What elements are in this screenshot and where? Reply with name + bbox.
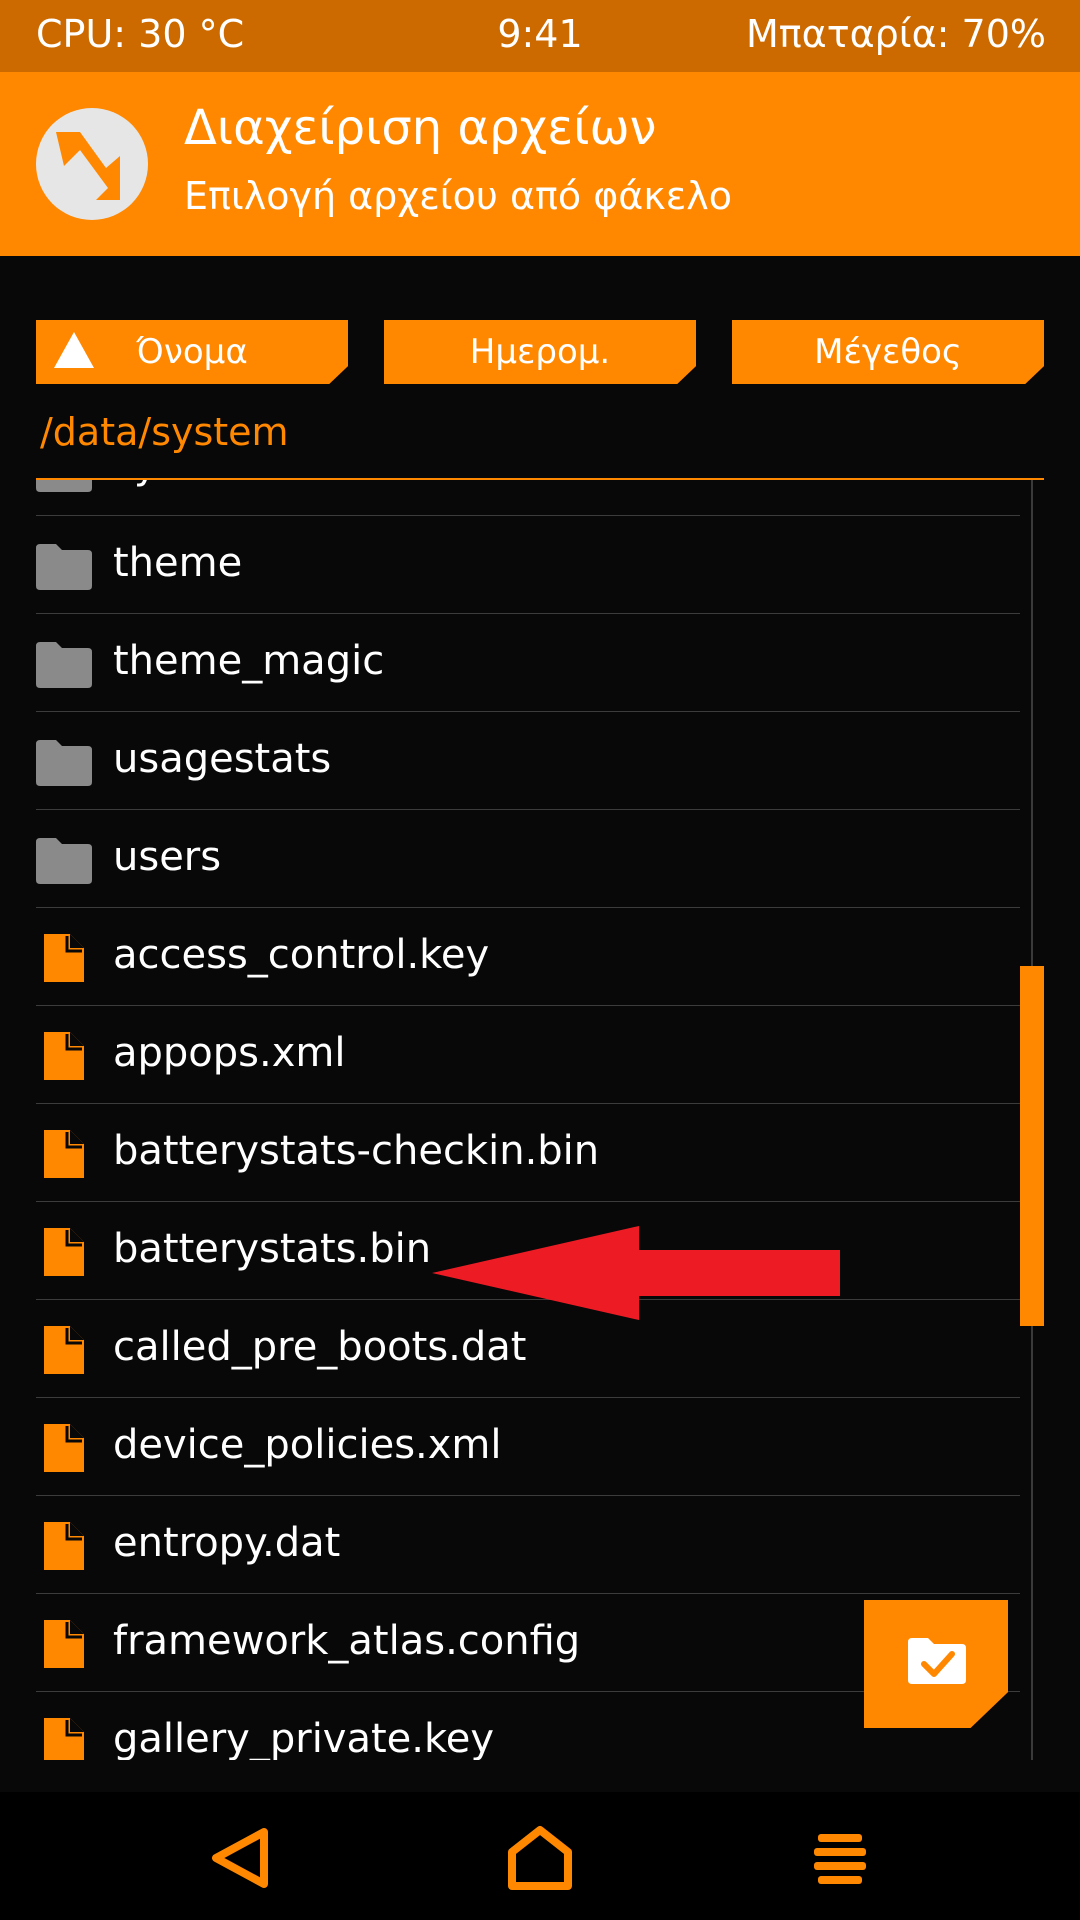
folder-icon — [36, 544, 92, 590]
app-header: Διαχείριση αρχείων Επιλογή αρχείου από φ… — [0, 72, 1080, 256]
file-icon — [44, 1228, 84, 1276]
page-subtitle: Επιλογή αρχείου από φάκελο — [184, 174, 733, 218]
home-button[interactable] — [504, 1822, 576, 1894]
sort-by-size-label: Μέγεθος — [814, 332, 962, 372]
item-name: sync — [113, 480, 205, 488]
folder-icon — [36, 740, 92, 786]
file-icon — [44, 1130, 84, 1178]
folder-check-icon — [908, 1638, 966, 1684]
file-item[interactable]: entropy.dat — [36, 1496, 1020, 1594]
item-name: called_pre_boots.dat — [113, 1324, 527, 1370]
item-name: device_policies.xml — [113, 1422, 502, 1468]
item-name: batterystats-checkin.bin — [113, 1128, 600, 1174]
folder-item[interactable]: sync — [36, 480, 1020, 516]
scrollbar-thumb[interactable] — [1020, 966, 1044, 1326]
folder-icon — [36, 838, 92, 884]
file-icon — [44, 934, 84, 982]
file-icon — [44, 1522, 84, 1570]
home-icon — [508, 1826, 572, 1890]
item-name: gallery_private.key — [113, 1716, 495, 1760]
file-icon — [44, 1718, 84, 1760]
page-title: Διαχείριση αρχείων — [184, 100, 657, 156]
file-icon — [44, 1424, 84, 1472]
item-name: entropy.dat — [113, 1520, 341, 1566]
file-list-viewport[interactable]: sync theme theme_magic usagestats users acces… — [0, 480, 1080, 1760]
status-bar: CPU: 30 °C 9:41 Μπαταρία: 70% — [0, 0, 1080, 72]
file-item[interactable]: device_policies.xml — [36, 1398, 1020, 1496]
select-folder-button[interactable] — [864, 1600, 1008, 1728]
item-name: usagestats — [113, 736, 332, 782]
item-name: batterystats.bin — [113, 1226, 432, 1272]
item-name: users — [113, 834, 222, 880]
item-name: framework_atlas.config — [113, 1618, 581, 1664]
navigation-bar — [0, 1792, 1080, 1920]
sort-by-date-button[interactable]: Ημερομ. — [384, 320, 696, 384]
folder-icon — [36, 642, 92, 688]
file-item[interactable]: batterystats-checkin.bin — [36, 1104, 1020, 1202]
sort-by-size-button[interactable]: Μέγεθος — [732, 320, 1044, 384]
file-item[interactable]: appops.xml — [36, 1006, 1020, 1104]
file-icon — [44, 1032, 84, 1080]
item-name: appops.xml — [113, 1030, 346, 1076]
back-triangle-icon — [212, 1828, 268, 1888]
folder-item[interactable]: theme_magic — [36, 614, 1020, 712]
file-icon — [44, 1620, 84, 1668]
folder-icon — [36, 480, 92, 492]
folder-item[interactable]: theme — [36, 516, 1020, 614]
current-path: /data/system — [40, 410, 289, 454]
file-item[interactable]: access_control.key — [36, 908, 1020, 1006]
folder-item[interactable]: users — [36, 810, 1020, 908]
item-name: theme_magic — [113, 638, 385, 684]
sort-by-date-label: Ημερομ. — [469, 332, 611, 372]
folder-item[interactable]: usagestats — [36, 712, 1020, 810]
item-name: access_control.key — [113, 932, 490, 978]
triangle-up-icon — [54, 332, 94, 368]
annotation-arrow-icon — [432, 1226, 840, 1320]
twrp-logo-icon — [36, 108, 148, 220]
item-name: theme — [113, 540, 243, 586]
file-icon — [44, 1326, 84, 1374]
sort-by-name-label: Όνομα — [136, 332, 248, 372]
sort-by-name-button[interactable]: Όνομα — [36, 320, 348, 384]
battery-level: Μπαταρία: 70% — [745, 12, 1046, 56]
file-list: sync theme theme_magic usagestats users acces… — [0, 480, 1080, 1760]
menu-button[interactable] — [804, 1822, 876, 1894]
back-button[interactable] — [206, 1822, 278, 1894]
menu-icon — [814, 1834, 866, 1884]
